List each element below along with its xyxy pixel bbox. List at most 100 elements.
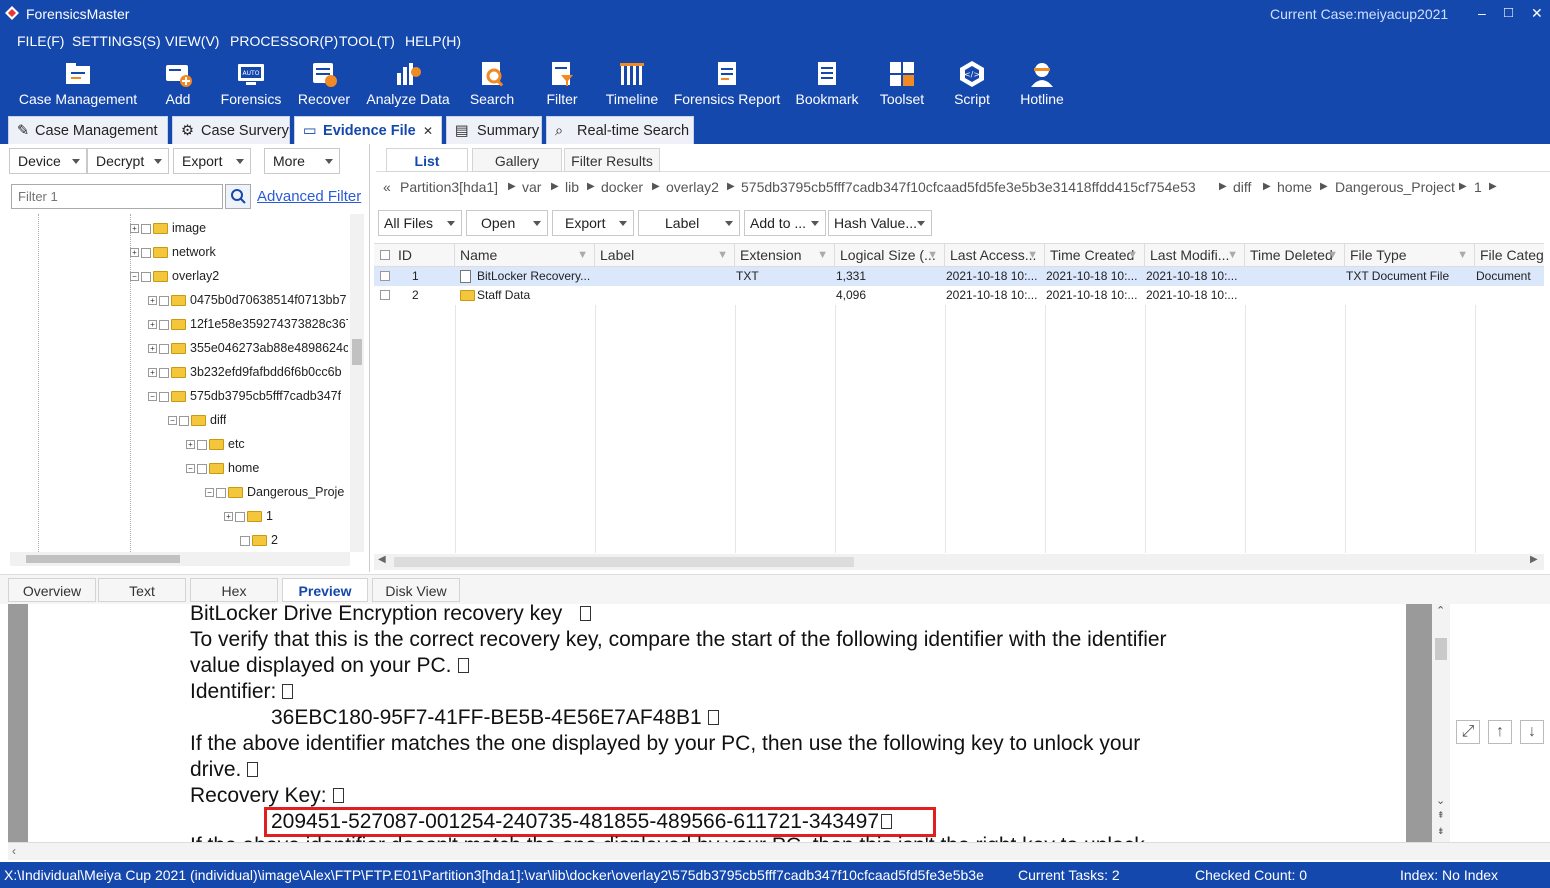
column-last-access[interactable]: Last Access... ▼	[945, 243, 1045, 267]
table-row[interactable]: 1 BitLocker Recovery... TXT 1,331 2021-1…	[374, 267, 1544, 286]
breadcrumb-item[interactable]: var	[522, 176, 541, 198]
column-filter-icon[interactable]: ▼	[717, 243, 728, 267]
case-management-button[interactable]: Case Management	[16, 55, 140, 118]
tree-node-diff[interactable]: − diff	[168, 408, 226, 432]
breadcrumb-item[interactable]: lib	[565, 176, 579, 198]
column-filter-icon[interactable]: ▼	[577, 243, 588, 267]
breadcrumb-item[interactable]: home	[1277, 176, 1312, 198]
tree-checkbox[interactable]	[159, 391, 169, 402]
column-extension[interactable]: Extension ▼	[735, 243, 835, 267]
tab-list[interactable]: List	[386, 148, 468, 172]
search-button[interactable]: Search	[466, 55, 518, 118]
tab-case-survery[interactable]: ⚙ Case Survery	[172, 116, 290, 144]
recover-button[interactable]: Recover	[294, 55, 354, 118]
tab-gallery[interactable]: Gallery	[472, 148, 562, 172]
column-name[interactable]: Name ▼	[455, 243, 595, 267]
column-filter-icon[interactable]: ▼	[1127, 243, 1138, 267]
expand-icon[interactable]: +	[148, 344, 157, 354]
tree-vertical-scrollbar[interactable]	[350, 214, 364, 552]
tree-checkbox[interactable]	[197, 463, 207, 474]
tab-summary[interactable]: ▤ Summary	[446, 116, 542, 144]
tree-checkbox[interactable]	[179, 415, 189, 426]
tree-checkbox[interactable]	[159, 343, 169, 354]
scroll-thumb[interactable]	[394, 557, 854, 567]
scroll-up-icon[interactable]: ⌃	[1436, 604, 1445, 617]
tree-node-2[interactable]: 2	[238, 528, 278, 552]
tree-filter-input[interactable]	[11, 184, 223, 209]
maximize-icon[interactable]: □	[1504, 4, 1513, 21]
add-button[interactable]: Add	[154, 55, 202, 118]
more-dropdown[interactable]: More	[264, 148, 340, 174]
column-time-created[interactable]: Time Created ▼	[1045, 243, 1145, 267]
scroll-thumb[interactable]	[26, 555, 180, 563]
tab-text[interactable]: Text	[98, 578, 186, 602]
tree-horizontal-scrollbar[interactable]	[10, 552, 350, 566]
next-match-button[interactable]: ↓	[1520, 720, 1544, 744]
tree-node-1[interactable]: +1	[224, 504, 273, 528]
column-label-header[interactable]: Label ▼	[595, 243, 735, 267]
breadcrumb-back-icon[interactable]: «	[383, 176, 391, 198]
column-filter-icon[interactable]: ▼	[817, 243, 828, 267]
column-file-category[interactable]: File Catego	[1475, 243, 1544, 267]
column-last-modified[interactable]: Last Modifi... ▼	[1145, 243, 1245, 267]
all-files-dropdown[interactable]: All Files	[378, 210, 462, 236]
fit-screen-button[interactable]: ⤢	[1456, 720, 1480, 744]
tab-real-time-search[interactable]: ⌕ Real-time Search	[546, 116, 694, 144]
breadcrumb-item[interactable]: docker	[601, 176, 643, 198]
tab-case-management[interactable]: ✎ Case Management	[8, 116, 168, 144]
collapse-icon[interactable]: −	[148, 392, 157, 402]
open-dropdown[interactable]: Open	[466, 210, 548, 236]
tree-node-etc[interactable]: + etc	[186, 432, 245, 456]
tree-node-network[interactable]: + network	[130, 240, 216, 264]
scroll-right-icon[interactable]: ▶	[1530, 554, 1538, 565]
tree-node-layer[interactable]: +355e046273ab88e4898624c4	[148, 336, 348, 360]
column-filter-icon[interactable]: ▼	[1327, 243, 1338, 267]
preview-horizontal-scrollbar[interactable]: ‹	[8, 842, 1550, 860]
tree-node-layer[interactable]: +3b232efd9fafbdd6f6b0cc6b	[148, 360, 342, 384]
expand-icon[interactable]: +	[148, 368, 157, 378]
breadcrumb-item[interactable]: Partition3[hda1]	[400, 176, 498, 198]
next-page-icon[interactable]: ⇟	[1437, 826, 1445, 837]
tree-node-layer-expanded[interactable]: − 575db3795cb5fff7cadb347f	[148, 384, 341, 408]
tree-checkbox[interactable]	[240, 535, 250, 546]
tree-checkbox[interactable]	[197, 439, 207, 450]
menu-file[interactable]: FILE(F)	[17, 33, 64, 49]
expand-icon[interactable]: +	[130, 248, 139, 258]
tree-checkbox[interactable]	[141, 271, 151, 282]
decrypt-dropdown[interactable]: Decrypt	[87, 148, 169, 174]
close-tab-icon[interactable]: ✕	[423, 117, 433, 145]
tab-overview[interactable]: Overview	[8, 578, 96, 602]
collapse-icon[interactable]: −	[168, 416, 177, 426]
scroll-left-icon[interactable]: ◀	[378, 554, 386, 565]
tab-hex[interactable]: Hex	[190, 578, 278, 602]
select-all-checkbox[interactable]	[380, 250, 390, 260]
forensics-button[interactable]: AUTO Forensics	[218, 55, 284, 118]
filter-search-button[interactable]	[225, 184, 251, 209]
tree-node-layer[interactable]: +0475b0d70638514f0713bb7	[148, 288, 346, 312]
breadcrumb-item[interactable]: Dangerous_Project	[1335, 176, 1455, 198]
breadcrumb-item[interactable]: diff	[1233, 176, 1251, 198]
device-dropdown[interactable]: Device	[9, 148, 87, 174]
menu-tool[interactable]: TOOL(T)	[339, 33, 395, 49]
breadcrumb-item[interactable]: 1	[1474, 176, 1482, 198]
tree-checkbox[interactable]	[159, 295, 169, 306]
tree-checkbox[interactable]	[159, 367, 169, 378]
advanced-filter-link[interactable]: Advanced Filter	[257, 188, 361, 205]
collapse-icon[interactable]: −	[130, 272, 139, 282]
column-file-type[interactable]: File Type ▼	[1345, 243, 1475, 267]
breadcrumb-item[interactable]: overlay2	[666, 176, 719, 198]
collapse-icon[interactable]: −	[205, 488, 214, 498]
expand-icon[interactable]: +	[148, 296, 157, 306]
minimize-icon[interactable]: –	[1478, 5, 1486, 21]
tree-checkbox[interactable]	[141, 223, 151, 234]
menu-processor[interactable]: PROCESSOR(P)	[230, 33, 338, 49]
scroll-thumb[interactable]	[1435, 638, 1447, 660]
tree-checkbox[interactable]	[141, 247, 151, 258]
menu-settings[interactable]: SETTINGS(S)	[72, 33, 161, 49]
scroll-thumb[interactable]	[352, 339, 362, 365]
tree-node-home[interactable]: − home	[186, 456, 259, 480]
breadcrumb-item[interactable]: 575db3795cb5fff7cadb347f10cfcaad5fd5fe3e…	[741, 176, 1196, 198]
hotline-button[interactable]: Hotline	[1014, 55, 1070, 118]
column-filter-icon[interactable]: ▼	[1457, 243, 1468, 267]
tab-preview[interactable]: Preview	[282, 578, 368, 602]
